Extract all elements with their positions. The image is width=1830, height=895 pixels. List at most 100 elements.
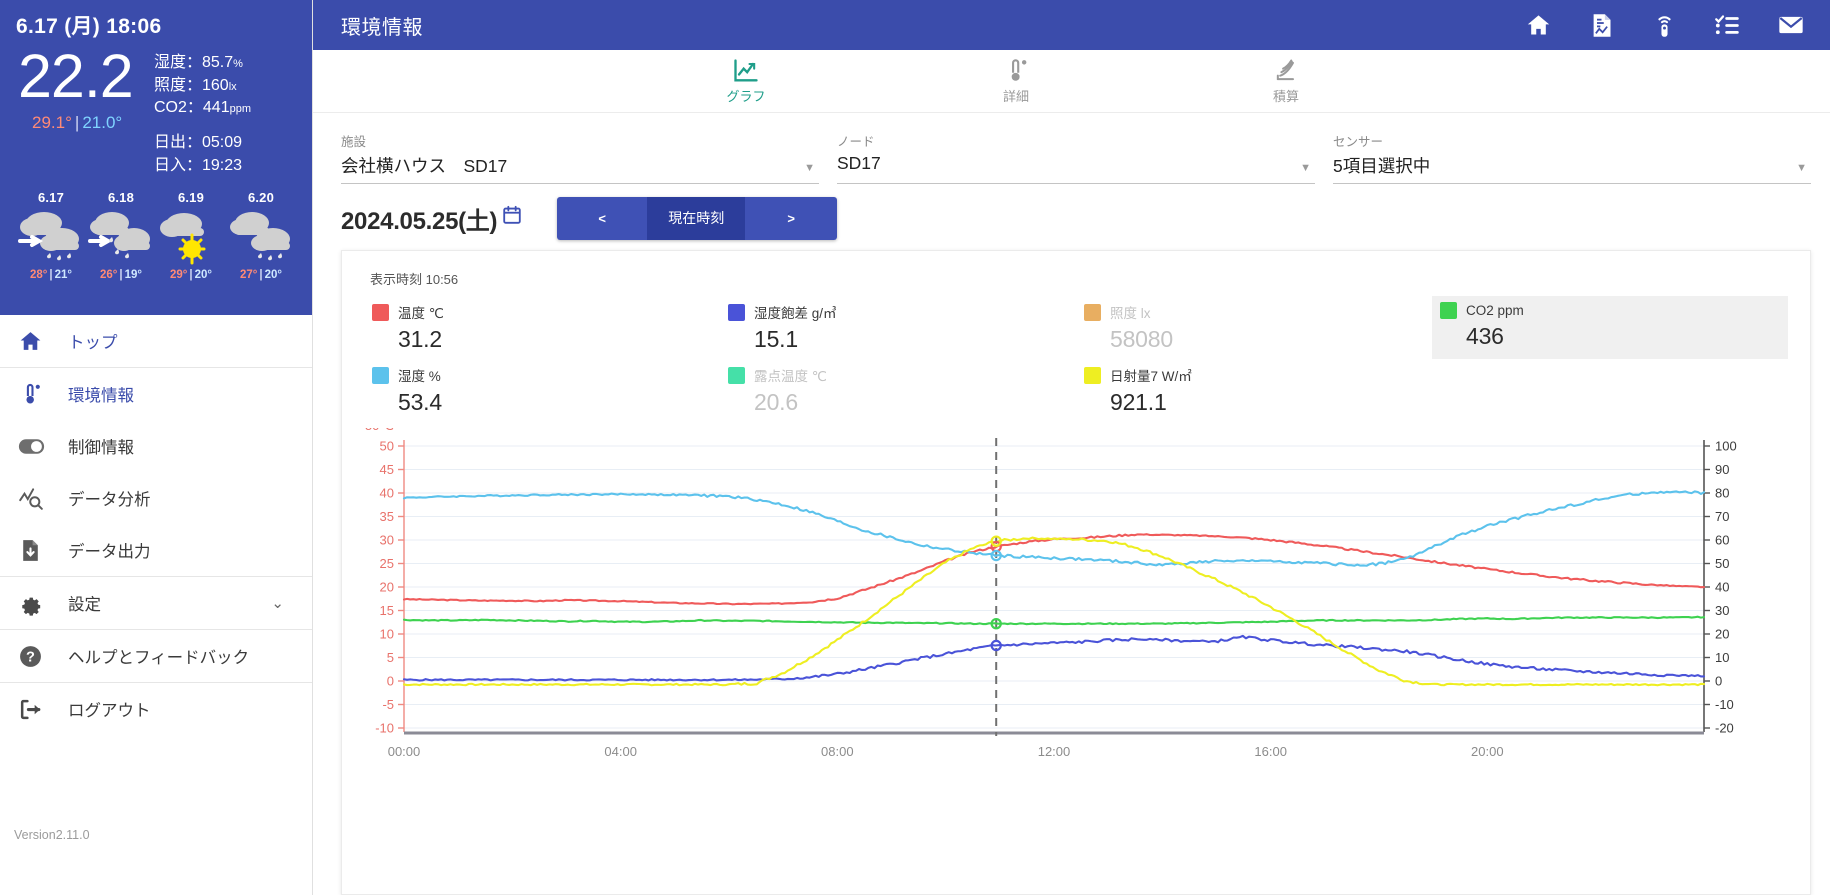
forecast-low: 20° <box>194 268 212 281</box>
svg-text:-10: -10 <box>375 721 394 736</box>
color-swatch <box>1440 302 1457 319</box>
svg-text:15: 15 <box>380 603 394 618</box>
forecast-high: 26° <box>100 268 118 281</box>
readout-name: 湿度 % <box>398 369 441 384</box>
readout-item-vpd[interactable]: 湿度飽差 g/㎥ 15.1 <box>720 296 1076 359</box>
svg-text:50: 50 <box>1715 556 1729 571</box>
forecast-high: 29° <box>170 268 188 281</box>
date-picker[interactable]: 2024.05.25(土) <box>341 201 523 236</box>
date-navigation-row: 2024.05.25(土) < 現在時刻 > <box>313 184 1830 242</box>
report-document-icon[interactable] <box>1588 12 1615 39</box>
svg-text:70: 70 <box>1715 509 1729 524</box>
readout-value: 31.2 <box>398 326 442 352</box>
forecast-day: 6.18 26° | 19° <box>86 190 156 281</box>
svg-text:30: 30 <box>1715 603 1729 618</box>
mail-icon[interactable] <box>1777 11 1805 39</box>
tab-label: 積算 <box>1272 89 1299 104</box>
svg-text:5: 5 <box>387 650 394 665</box>
forecast-list: 6.17 28° | 21° 6.18 26° | 19° 6.19 29° |… <box>16 190 296 281</box>
gear-icon <box>14 591 68 616</box>
current-time-button[interactable]: 現在時刻 <box>647 196 746 240</box>
logout-icon <box>14 697 68 722</box>
environment-line-chart[interactable]: 50454035302520151050-5-1050℃100908070605… <box>356 428 1796 778</box>
tab-detail[interactable]: 詳細 <box>956 57 1076 105</box>
readout-item-co2[interactable]: CO2 ppm 436 <box>1432 296 1788 359</box>
readout-item-temperature[interactable]: 温度 ℃ 31.2 <box>364 296 720 359</box>
readout-item-solar[interactable]: 日射量7 W/㎡ 921.1 <box>1076 359 1432 422</box>
calendar-icon[interactable] <box>501 204 523 233</box>
sidebar-item-data-export[interactable]: データ出力 <box>0 524 312 576</box>
prev-day-button[interactable]: < <box>557 196 648 240</box>
forecast-date: 6.18 <box>107 189 135 205</box>
readout-item-humidity[interactable]: 湿度 % 53.4 <box>364 359 720 422</box>
color-swatch <box>372 366 389 384</box>
readout-item-illuminance[interactable]: 照度 lx 58080 <box>1076 296 1432 359</box>
sensor-antenna-icon[interactable] <box>1651 12 1678 39</box>
tab-label: 詳細 <box>1002 89 1029 104</box>
sidebar-item-control[interactable]: 制御情報 <box>0 420 312 472</box>
readout-name: CO2 ppm <box>1466 303 1524 318</box>
svg-text:50℃: 50℃ <box>365 428 394 433</box>
weather-sunset: 日入：19:23 <box>154 156 243 174</box>
color-swatch <box>1084 303 1101 321</box>
weather-illuminance-unit: lx <box>228 80 237 93</box>
chevron-down-icon[interactable]: ▼ <box>804 162 815 174</box>
readout-value: 20.6 <box>754 389 798 415</box>
svg-text:12:00: 12:00 <box>1038 744 1071 759</box>
svg-text:?: ? <box>26 649 35 665</box>
home-icon[interactable] <box>1525 12 1552 39</box>
weather-panel: 6.17 (月) 18:06 22.2 29.1° | 21.0° 湿度：85.7%… <box>0 0 312 315</box>
facility-select[interactable]: 施設 会社横ハウス SD17 ▼ <box>341 131 819 184</box>
weather-humidity: 湿度：85.7 <box>154 54 234 71</box>
node-select-value: SD17 <box>837 153 881 173</box>
sidebar-item-settings[interactable]: 設定 ⌄ <box>0 577 312 629</box>
readout-item-dewpoint[interactable]: 露点温度 ℃ 20.6 <box>720 359 1076 422</box>
node-select[interactable]: ノード SD17 ▼ <box>837 131 1315 184</box>
svg-text:-20: -20 <box>1715 721 1734 736</box>
selected-date: 2024.05.25(土) <box>341 207 498 235</box>
svg-text:0: 0 <box>1715 674 1722 689</box>
temp-separator: | <box>74 113 80 132</box>
date-nav-buttons: < 現在時刻 > <box>557 196 838 240</box>
sidebar-item-analysis[interactable]: データ分析 <box>0 472 312 524</box>
forecast-day: 6.20 27° | 20° <box>226 190 296 281</box>
weather-co2-unit: ppm <box>229 103 252 116</box>
sidebar-item-top[interactable]: トップ <box>0 315 312 367</box>
svg-text:20: 20 <box>1715 627 1729 642</box>
file-download-icon <box>14 538 68 563</box>
weather-datetime: 6.17 (月) 18:06 <box>16 15 162 38</box>
sensor-select-value: 5項目選択中 <box>1333 156 1431 176</box>
chevron-down-icon[interactable]: ⌄ <box>271 594 284 612</box>
readout-value: 436 <box>1466 323 1504 349</box>
chevron-down-icon[interactable]: ▼ <box>1796 162 1807 174</box>
tab-graph[interactable]: グラフ <box>686 57 806 105</box>
svg-text:30: 30 <box>380 533 394 548</box>
readout-name: 露点温度 ℃ <box>754 369 827 384</box>
tab-accumulation[interactable]: 積算 <box>1226 57 1346 105</box>
readout-name: 湿度飽差 g/㎥ <box>754 306 837 321</box>
svg-text:16:00: 16:00 <box>1254 744 1287 759</box>
current-temperature: 22.2 <box>18 42 134 110</box>
chart-svg[interactable]: 50454035302520151050-5-1050℃100908070605… <box>356 428 1796 776</box>
svg-text:0: 0 <box>387 674 394 689</box>
svg-text:04:00: 04:00 <box>604 744 637 759</box>
next-day-button[interactable]: > <box>745 196 838 240</box>
readout-value: 15.1 <box>754 326 798 352</box>
color-swatch <box>728 366 745 384</box>
temperature-high-low: 29.1° | 21.0° <box>18 113 154 133</box>
chevron-down-icon[interactable]: ▼ <box>1300 162 1311 174</box>
svg-text:100: 100 <box>1715 439 1737 454</box>
svg-text:40: 40 <box>380 486 394 501</box>
checklist-icon[interactable] <box>1714 12 1741 39</box>
readout-value: 58080 <box>1110 326 1173 352</box>
sidebar-item-help[interactable]: ? ヘルプとフィードバック <box>0 630 312 682</box>
weather-readings: 湿度：85.7% 照度：160lx CO2：441ppm 日出：05:09 日入… <box>154 46 251 178</box>
sidebar-item-environment[interactable]: 環境情報 <box>0 368 312 420</box>
sidebar-item-logout[interactable]: ログアウト <box>0 683 312 735</box>
temp-high: 29.1° <box>32 113 72 132</box>
sensor-select[interactable]: センサー 5項目選択中 ▼ <box>1333 131 1811 184</box>
home-icon <box>14 329 68 354</box>
cloud-sun-icon <box>156 205 226 269</box>
sidebar-item-label: 設定 <box>68 596 101 614</box>
color-swatch <box>728 303 745 321</box>
